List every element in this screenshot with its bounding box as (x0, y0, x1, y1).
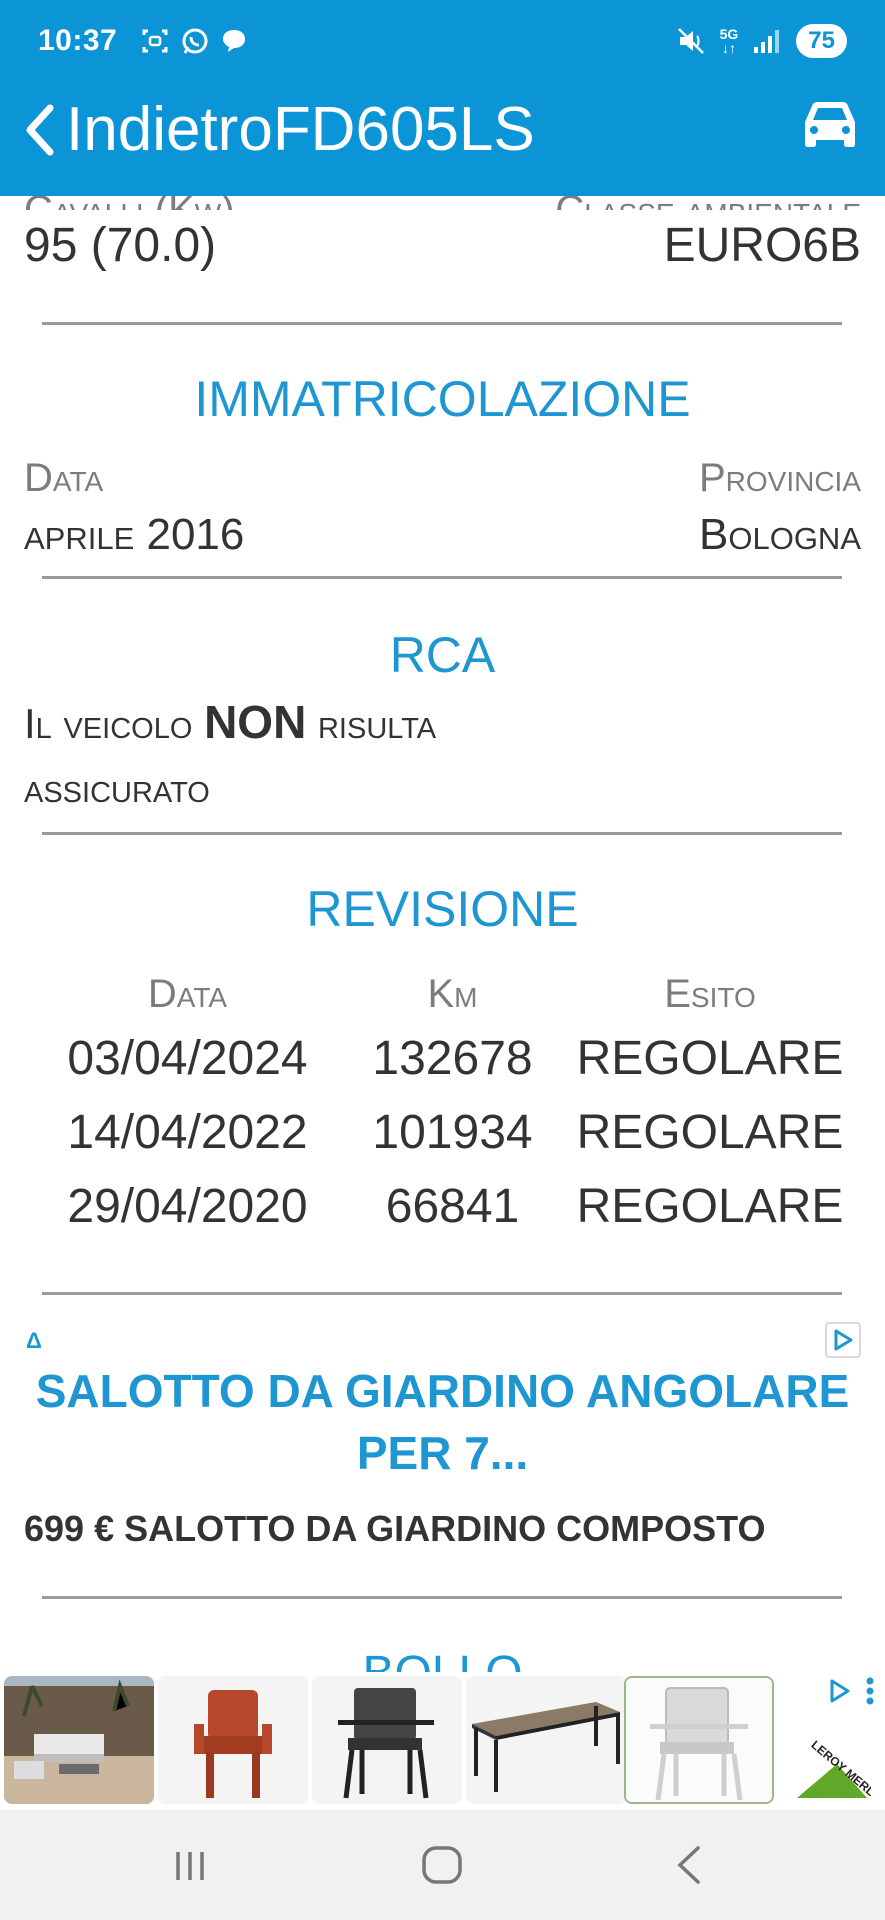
system-nav-bar (0, 1810, 885, 1920)
divider (42, 576, 842, 579)
status-notification-icons (140, 26, 248, 56)
back-label: IndietroFD605LS (66, 95, 535, 164)
more-options-icon[interactable] (865, 1676, 875, 1706)
inspection-date: 03/04/2024 (67, 1032, 308, 1085)
registration-labels: Data Provincia (24, 456, 861, 501)
battery-indicator: 75 (796, 24, 847, 58)
insurance-negation: NON (204, 696, 307, 748)
tax-title: BOLLO (362, 1647, 523, 1674)
partial-value-row: 95 (70.0) EURO6B (24, 218, 861, 273)
registration-date-label: Data (24, 456, 104, 500)
ad-image-table[interactable] (466, 1676, 626, 1804)
header-date: Data (147, 972, 228, 1016)
insurance-title: RCA (389, 627, 496, 683)
insurance-status: Il veicolo NON risulta assicurato (24, 696, 437, 811)
adchoices-icon (834, 1329, 853, 1351)
inspection-result: REGOLARE (576, 1032, 844, 1085)
inspection-date: 29/04/2020 (67, 1180, 308, 1233)
inspection-table-header: Data Km Esito (30, 972, 860, 1022)
back-button[interactable]: IndietroFD605LS (20, 94, 535, 165)
banner-ad[interactable]: LEROY MERLIN (0, 1672, 885, 1810)
chevron-left-icon (26, 104, 54, 155)
ad-image-grey-chair[interactable] (312, 1676, 462, 1804)
top-bar: 10:37 5G ↓↑ 75 IndietroFD605LS (0, 0, 885, 196)
inspection-title: REVISIONE (306, 881, 579, 937)
home-icon[interactable] (412, 1840, 472, 1890)
ad-image-white-chair[interactable] (624, 1676, 774, 1804)
leroy-merlin-logo: LEROY MERLIN (797, 1738, 871, 1804)
header-km: Km (427, 972, 478, 1016)
divider (42, 322, 842, 325)
ad-headline[interactable]: SALOTTO DA GIARDINO ANGOLARE PER 7... (20, 1360, 865, 1484)
banner-ad-controls (825, 1676, 875, 1706)
registration-title: IMMATRICOLAZIONE (194, 371, 691, 427)
mute-icon (677, 28, 704, 54)
status-system-icons: 5G ↓↑ 75 (676, 24, 847, 58)
status-time: 10:37 (38, 24, 118, 57)
table-row: 14/04/2022 101934 REGOLARE (30, 1096, 860, 1170)
power-value: 95 (70.0) (24, 219, 217, 272)
signal-icon (754, 30, 780, 53)
inspection-result: REGOLARE (576, 1180, 844, 1233)
ad-image-patio[interactable] (4, 1676, 154, 1804)
ad-description[interactable]: 699 € SALOTTO DA GIARDINO COMPOSTO (24, 1508, 765, 1550)
inspection-km: 132678 (372, 1032, 533, 1085)
network-type: 5G ↓↑ (719, 26, 739, 56)
divider (42, 832, 842, 835)
registration-values: aprile 2016 Bologna (24, 510, 861, 560)
inspection-table: Data Km Esito 03/04/2024 132678 REGOLARE… (30, 972, 860, 1244)
registration-province-label: Provincia (698, 456, 861, 500)
plate-number: FD605LS (272, 95, 535, 164)
inspection-date: 14/04/2022 (67, 1106, 308, 1159)
ad-marker: Δ (26, 1328, 42, 1353)
adchoices-icon[interactable] (825, 1676, 855, 1706)
inspection-km: 101934 (372, 1106, 533, 1159)
screenshot-icon (142, 29, 168, 53)
back-nav-icon[interactable] (660, 1840, 720, 1890)
car-icon[interactable] (795, 96, 865, 156)
recent-apps-icon[interactable] (160, 1840, 220, 1890)
inspection-result: REGOLARE (576, 1106, 844, 1159)
registration-date-value: aprile 2016 (24, 510, 245, 559)
divider (42, 1596, 842, 1599)
status-bar: 10:37 5G ↓↑ 75 (0, 0, 885, 84)
ad-image-red-chair[interactable] (158, 1676, 308, 1804)
divider (42, 1292, 842, 1295)
registration-province-value: Bologna (699, 510, 861, 559)
table-row: 29/04/2020 66841 REGOLARE (30, 1170, 860, 1244)
ad-choices-button[interactable] (825, 1322, 861, 1358)
inspection-km: 66841 (385, 1180, 520, 1233)
table-row: 03/04/2024 132678 REGOLARE (30, 1022, 860, 1096)
header-result: Esito (664, 972, 756, 1016)
app-bar: IndietroFD605LS (0, 84, 885, 196)
emission-class-value: EURO6B (663, 219, 861, 272)
chat-bubble-icon (223, 30, 245, 52)
whatsapp-icon (182, 28, 208, 54)
